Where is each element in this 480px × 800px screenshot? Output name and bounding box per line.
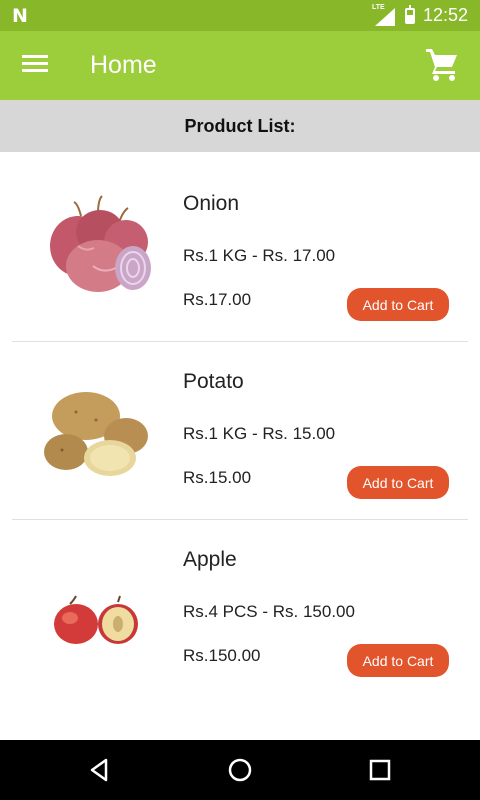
- add-to-cart-button[interactable]: Add to Cart: [347, 288, 449, 321]
- home-icon[interactable]: [224, 754, 256, 786]
- status-icons: LTE 12:52: [371, 0, 468, 31]
- product-name: Potato: [183, 370, 244, 393]
- signal-icon: LTE: [371, 3, 397, 26]
- product-description: Rs.1 KG - Rs. 17.00: [183, 246, 336, 265]
- potato-image: [44, 392, 148, 476]
- navigation-bar: [0, 740, 480, 800]
- product-item-potato: Potato Rs.1 KG - Rs. 15.00 Rs.15.00 Add …: [0, 342, 480, 520]
- status-bar: N LTE 12:52: [0, 0, 480, 31]
- product-item-onion: Onion Rs.1 KG - Rs. 17.00 Rs.17.00 Add t…: [0, 164, 480, 342]
- product-name: Onion: [183, 192, 240, 215]
- shopping-cart-icon[interactable]: [424, 46, 460, 82]
- battery-icon: [404, 4, 415, 24]
- product-item-apple: Apple Rs.4 PCS - Rs. 150.00 Rs.150.00 Ad…: [0, 520, 480, 698]
- page-title: Home: [90, 51, 157, 79]
- product-name: Apple: [183, 548, 237, 571]
- add-to-cart-button[interactable]: Add to Cart: [347, 644, 449, 677]
- product-price: Rs.150.00: [183, 646, 261, 665]
- apple-image: [54, 595, 138, 644]
- menu-icon[interactable]: [22, 54, 48, 74]
- back-icon[interactable]: [84, 754, 116, 786]
- app-bar: Home: [0, 31, 480, 100]
- recents-icon[interactable]: [364, 754, 396, 786]
- product-description: Rs.4 PCS - Rs. 150.00: [183, 602, 355, 621]
- product-price: Rs.17.00: [183, 290, 252, 309]
- product-description: Rs.1 KG - Rs. 15.00: [183, 424, 336, 443]
- notification-logo-icon: N: [12, 5, 28, 27]
- product-price: Rs.15.00: [183, 468, 252, 487]
- add-to-cart-button[interactable]: Add to Cart: [347, 466, 449, 499]
- onion-image: [50, 195, 151, 292]
- network-type-label: LTE: [371, 3, 385, 11]
- product-list-header: Product List:: [0, 100, 480, 152]
- status-time: 12:52: [422, 5, 468, 25]
